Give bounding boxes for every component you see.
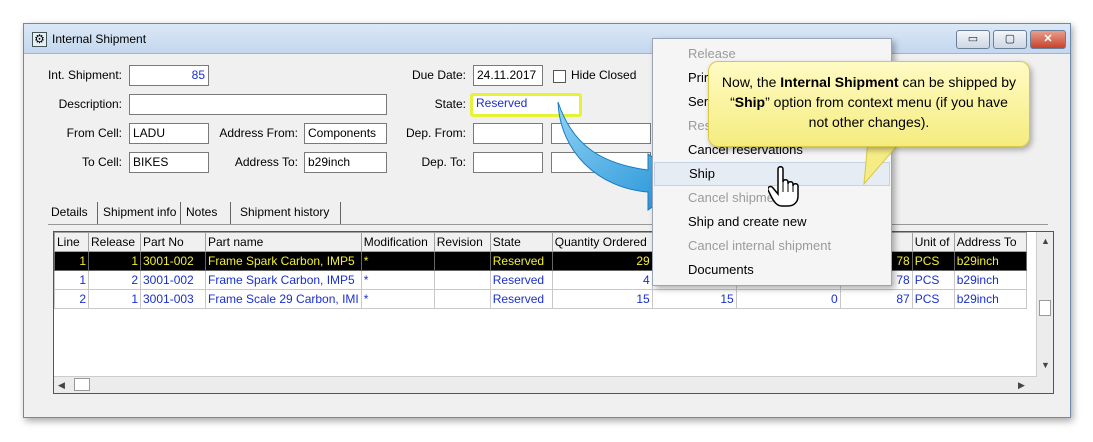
tab-details[interactable]: Details — [48, 202, 98, 224]
horizontal-scrollbar[interactable]: ◀ ▶ — [54, 376, 1037, 393]
cell-unit: PCS — [911, 289, 955, 309]
instruction-callout: Now, the Internal Shipment can be shippe… — [708, 61, 1030, 147]
to-cell-label: To Cell: — [81, 155, 122, 169]
cell-unit: PCS — [911, 270, 955, 290]
cell-state: Reserved — [489, 251, 553, 271]
scroll-down-icon[interactable]: ▼ — [1041, 360, 1050, 370]
menu-item-documents[interactable]: Documents — [654, 258, 890, 282]
state-label: State: — [434, 97, 466, 111]
gear-icon: ⚙ — [32, 32, 47, 47]
cell-line: 1 — [54, 251, 89, 271]
address-from-label: Address From: — [219, 126, 298, 140]
menu-item-ship-and-create-new[interactable]: Ship and create new — [654, 210, 890, 234]
cell-revision — [433, 270, 491, 290]
address-to-label: Address To: — [234, 155, 298, 169]
cell-c10: 87 — [839, 289, 913, 309]
scroll-right-icon[interactable]: ▶ — [1018, 380, 1025, 391]
column-header[interactable]: State — [489, 232, 553, 252]
cell-part-name: Frame Scale 29 Carbon, IMI — [205, 289, 362, 309]
column-header[interactable]: Line — [54, 232, 89, 252]
minimize-button[interactable]: ▭ — [956, 30, 990, 49]
from-cell-label: From Cell: — [66, 126, 122, 140]
cell-part-no: 3001-002 — [140, 270, 206, 290]
int-shipment-label: Int. Shipment: — [47, 68, 122, 82]
callout-bold-1: Internal Shipment — [780, 74, 899, 90]
cell-qty-ordered: 15 — [551, 289, 653, 309]
cell-modification: * — [360, 270, 435, 290]
callout-bold-2: Ship — [734, 94, 766, 110]
column-header[interactable]: Unit of — [911, 232, 955, 252]
cell-c8: 15 — [651, 289, 737, 309]
tab-notes[interactable]: Notes — [183, 202, 231, 224]
tab-shipment-info[interactable]: Shipment info — [100, 202, 181, 224]
hand-pointer-icon — [768, 166, 799, 207]
dep-to-label: Dep. To: — [421, 155, 466, 169]
cell-modification: * — [360, 251, 435, 271]
cell-qty-ordered: 4 — [551, 270, 653, 290]
cell-revision — [433, 251, 491, 271]
address-from-field[interactable]: Components — [304, 123, 387, 144]
description-label: Description: — [58, 97, 122, 111]
callout-text-3: ” option from context menu (if you have … — [765, 94, 1008, 130]
hscroll-thumb[interactable] — [74, 378, 90, 391]
window-title: Internal Shipment — [52, 32, 147, 46]
column-header[interactable]: Release — [88, 232, 141, 252]
scroll-up-icon[interactable]: ▲ — [1041, 236, 1050, 246]
title-bar[interactable]: ⚙ Internal Shipment ▭ ▢ ✕ — [24, 24, 1070, 54]
maximize-button[interactable]: ▢ — [993, 30, 1027, 49]
from-cell-field[interactable]: LADU — [129, 123, 209, 144]
cell-line: 1 — [54, 270, 89, 290]
details-grid: Line Release Part No Part name Modificat… — [53, 231, 1054, 394]
callout-tail — [863, 140, 903, 186]
callout-text-1: Now, the — [721, 74, 781, 90]
description-field[interactable] — [129, 94, 387, 115]
due-date-label: Due Date: — [411, 68, 466, 82]
cell-line: 2 — [54, 289, 89, 309]
tab-shipment-history[interactable]: Shipment history — [237, 202, 341, 224]
column-header[interactable]: Revision — [433, 232, 491, 252]
cell-c9: 0 — [735, 289, 841, 309]
dep-from-label: Dep. From: — [405, 126, 466, 140]
cell-part-no: 3001-002 — [140, 251, 206, 271]
dep-from-field[interactable] — [473, 123, 543, 144]
int-shipment-field[interactable]: 85 — [129, 65, 209, 86]
column-header[interactable]: Address To — [953, 232, 1027, 252]
due-date-field[interactable]: 24.11.2017 — [473, 65, 543, 86]
cell-release: 1 — [88, 289, 141, 309]
vertical-scrollbar[interactable]: ▲ ▼ — [1036, 232, 1053, 393]
hide-closed-checkbox[interactable] — [553, 70, 566, 83]
cell-address-to: b29inch — [953, 270, 1027, 290]
cell-revision — [433, 289, 491, 309]
cell-part-no: 3001-003 — [140, 289, 206, 309]
close-button[interactable]: ✕ — [1030, 30, 1066, 49]
menu-item-cancel-internal-shipment[interactable]: Cancel internal shipment — [654, 234, 890, 258]
scroll-thumb[interactable] — [1039, 300, 1051, 316]
column-header[interactable]: Part name — [205, 232, 362, 252]
dep-to-field[interactable] — [473, 152, 543, 173]
cell-state: Reserved — [489, 270, 553, 290]
cell-release: 2 — [88, 270, 141, 290]
cell-address-to: b29inch — [953, 251, 1027, 271]
cell-part-name: Frame Spark Carbon, IMP5 — [205, 270, 362, 290]
table-row[interactable]: 2 1 3001-003 Frame Scale 29 Carbon, IMI … — [54, 289, 1027, 309]
column-header[interactable]: Modification — [360, 232, 435, 252]
cell-unit: PCS — [911, 251, 955, 271]
to-cell-field[interactable]: BIKES — [129, 152, 209, 173]
cell-modification: * — [360, 289, 435, 309]
cell-release: 1 — [88, 251, 141, 271]
cell-state: Reserved — [489, 289, 553, 309]
cell-qty-ordered: 29 — [551, 251, 653, 271]
hide-closed-label: Hide Closed — [571, 68, 637, 82]
cell-address-to: b29inch — [953, 289, 1027, 309]
scroll-left-icon[interactable]: ◀ — [58, 380, 65, 391]
column-header[interactable]: Part No — [140, 232, 206, 252]
cell-part-name: Frame Spark Carbon, IMP5 — [205, 251, 362, 271]
column-header[interactable]: Quantity Ordered — [551, 232, 653, 252]
address-to-field[interactable]: b29inch — [304, 152, 387, 173]
